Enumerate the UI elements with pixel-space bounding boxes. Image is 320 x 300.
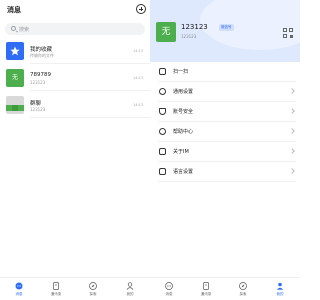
menu-item-about[interactable]: 关于IM (150, 142, 300, 162)
page-title: 消息 (7, 6, 21, 14)
tab-label: 消息 (165, 292, 173, 296)
chevron-right-icon (289, 88, 295, 94)
settings-icon (159, 88, 166, 95)
contacts-icon (203, 282, 209, 290)
tab-label: 消息 (15, 292, 23, 296)
conversation-name: 群聊 (30, 101, 42, 107)
menu-item-language[interactable]: 语言设置 (150, 162, 300, 182)
conversation-time: 14:13 (133, 49, 144, 53)
tab-explore[interactable]: 探索 (81, 281, 105, 299)
person-icon (277, 282, 283, 290)
tab-label: 通讯录 (200, 292, 212, 296)
conversation-time: 14:13 (133, 103, 144, 107)
tab-messages[interactable]: 消息 (157, 281, 181, 299)
conversation-item-789789[interactable]: 无 789789 123123 14:13 (0, 66, 150, 91)
tab-label: 通讯录 (50, 292, 62, 296)
menu-item-label: 帮助中心 (173, 129, 194, 135)
search-placeholder: 搜索 (19, 26, 30, 33)
tab-label: 探索 (239, 292, 247, 296)
compass-icon (89, 282, 97, 290)
menu-item-label: 语言设置 (173, 169, 194, 175)
menu-item-label: 通用设置 (173, 89, 194, 95)
chevron-right-icon (289, 108, 295, 114)
conversation-name: 789789 (30, 72, 51, 78)
chat-icon (165, 282, 173, 290)
profile-id: 123123 (181, 34, 197, 39)
profile-name: 123123 (181, 23, 208, 31)
divider (158, 181, 296, 182)
language-icon (159, 168, 166, 175)
group-avatar (6, 96, 24, 114)
tab-me[interactable]: 我的 (268, 281, 292, 299)
menu-item-help[interactable]: 帮助中心 (150, 122, 300, 142)
avatar[interactable]: 无 (156, 22, 176, 42)
menu-item-label: 扫一扫 (173, 69, 189, 75)
menu-item-settings[interactable]: 通用设置 (150, 82, 300, 102)
messages-header: 消息 (0, 0, 150, 20)
conversation-subtitle: 123123 (30, 80, 46, 85)
tab-bar: 消息 通讯录 探索 我的 (0, 277, 150, 300)
scan-icon (159, 68, 166, 75)
conversation-subtitle: 传输你的文件 (30, 53, 54, 58)
help-icon (159, 128, 166, 135)
conversation-name: 我的收藏 (30, 47, 53, 53)
tab-bar: 消息 通讯录 探索 我的 (150, 277, 300, 300)
divider (30, 63, 150, 64)
chevron-right-icon (289, 168, 295, 174)
divider (30, 117, 150, 118)
menu-item-label: 账号安全 (173, 109, 194, 115)
tab-me[interactable]: 我的 (118, 281, 142, 299)
conversation-item-group[interactable]: 群聊 123123 14:13 (0, 93, 150, 118)
search-input[interactable]: 搜索 (5, 23, 145, 35)
tab-label: 我的 (276, 292, 284, 296)
status-badge: 微信号 (219, 24, 234, 31)
info-icon (159, 148, 166, 155)
menu-item-label: 关于IM (173, 149, 189, 155)
menu-item-scan[interactable]: 扫一扫 (150, 62, 300, 82)
qr-code-icon[interactable] (283, 28, 293, 38)
menu-item-security[interactable]: 账号安全 (150, 102, 300, 122)
conversation-item-favorites[interactable]: 我的收藏 传输你的文件 14:13 (0, 39, 150, 64)
tab-contacts[interactable]: 通讯录 (194, 281, 218, 299)
tab-explore[interactable]: 探索 (231, 281, 255, 299)
star-icon (6, 42, 24, 60)
conversation-time: 14:13 (133, 76, 144, 80)
divider (30, 90, 150, 91)
contacts-icon (53, 282, 59, 290)
tab-label: 探索 (89, 292, 97, 296)
messages-screen: 消息 搜索 我的收藏 传输你的文件 14:13 无 789789 123123 … (0, 0, 150, 300)
compass-icon (239, 282, 247, 290)
tab-messages[interactable]: 消息 (7, 281, 31, 299)
conversation-subtitle: 123123 (30, 107, 46, 112)
profile-screen: 无 123123 微信号 123123 扫一扫 通用设置 账号安全 帮助中心 关… (150, 0, 300, 300)
add-icon[interactable] (136, 4, 146, 14)
search-icon (11, 26, 16, 31)
chevron-right-icon (289, 148, 295, 154)
chevron-right-icon (289, 128, 295, 134)
tab-label: 我的 (126, 292, 134, 296)
avatar: 无 (6, 69, 24, 87)
person-icon (126, 282, 134, 290)
chat-icon (15, 282, 23, 290)
shield-icon (159, 108, 166, 115)
profile-header: 无 123123 微信号 123123 (150, 0, 300, 62)
tab-contacts[interactable]: 通讯录 (44, 281, 68, 299)
